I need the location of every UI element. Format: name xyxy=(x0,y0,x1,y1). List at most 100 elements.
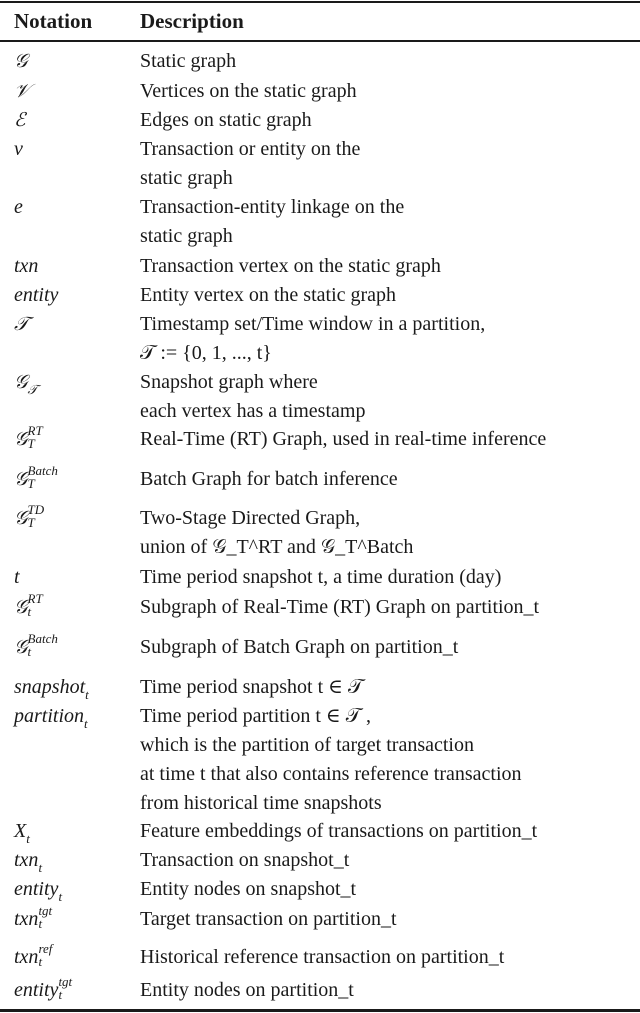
notation-description: Static graph xyxy=(140,47,640,76)
symbol-scripts: t xyxy=(38,861,42,874)
symbol-subscript: t xyxy=(38,954,43,970)
description-line: Target transaction on partition_t xyxy=(140,908,397,930)
symbol-subscript: t xyxy=(84,715,88,731)
description-line: Subgraph of Real-Time (RT) Graph on part… xyxy=(140,596,540,618)
description-line: union of 𝒢_T^RT and 𝒢_T^Batch xyxy=(140,536,414,558)
notation-description: Vertices on the static graph xyxy=(140,77,640,106)
symbol-subscript: t xyxy=(85,686,89,702)
description-line: static graph xyxy=(140,167,233,189)
symbol-base: t xyxy=(14,566,20,588)
description-line: Historical reference transaction on part… xyxy=(140,946,505,968)
symbol-base: 𝒢 xyxy=(14,468,28,490)
notation-description: Transaction-entity linkage on the static … xyxy=(140,193,640,251)
symbol-scripts: TD T xyxy=(28,503,45,529)
header-rule xyxy=(0,40,640,42)
symbol-base: snapshot xyxy=(14,676,86,698)
description-line: Entity nodes on snapshot_t xyxy=(140,878,357,900)
notation-symbol: txn tgt t xyxy=(14,904,52,934)
symbol-subscript: t xyxy=(38,859,43,875)
notation-symbol: 𝒢 𝒯 xyxy=(14,368,38,397)
description-line: Subgraph of Batch Graph on partition_t xyxy=(140,636,459,658)
symbol-base: e xyxy=(14,196,23,218)
notation-symbol: ℰ xyxy=(14,106,26,135)
description-line: which is the partition of target transac… xyxy=(140,734,474,756)
symbol-base: txn xyxy=(14,255,39,277)
description-line: Static graph xyxy=(140,50,237,72)
notation-description: Subgraph of Batch Graph on partition_t xyxy=(140,633,640,662)
description-line: Transaction or entity on the xyxy=(140,138,361,160)
symbol-scripts: Batch t xyxy=(28,632,58,658)
notation-description: Transaction or entity on the static graph xyxy=(140,135,640,193)
notation-symbol: 𝒢 RT t xyxy=(14,592,43,622)
notation-symbol: txn xyxy=(14,252,38,281)
symbol-base: 𝒢 xyxy=(14,371,28,393)
notation-description: Snapshot graph where each vertex has a ti… xyxy=(140,368,640,426)
symbol-subscript: T xyxy=(27,436,35,452)
description-line: Transaction-entity linkage on the xyxy=(140,196,405,218)
description-line: 𝒯 := {0, 1, ..., t} xyxy=(140,342,272,364)
symbol-subscript: t xyxy=(58,888,63,904)
symbol-base: 𝒢 xyxy=(14,636,28,658)
top-rule xyxy=(0,1,640,3)
notation-symbol: txn ref t xyxy=(14,942,52,972)
symbol-base: txn xyxy=(14,849,39,871)
notation-symbol: 𝒢 Batch T xyxy=(14,464,58,494)
description-line: Timestamp set/Time window in a partition… xyxy=(140,313,486,335)
description-line: Real-Time (RT) Graph, used in real-time … xyxy=(140,428,547,450)
symbol-scripts: t xyxy=(26,832,30,845)
description-line: Time period snapshot t, a time duration … xyxy=(140,566,502,588)
notation-description: Two-Stage Directed Graph, union of 𝒢_T^RT… xyxy=(140,504,640,562)
symbol-subscript: t xyxy=(27,604,32,620)
symbol-scripts: t xyxy=(84,717,88,730)
symbol-scripts: Batch T xyxy=(28,464,58,490)
notation-description: Edges on static graph xyxy=(140,106,640,135)
bottom-rule xyxy=(0,1009,640,1012)
symbol-superscript: Batch xyxy=(27,631,58,647)
notation-symbol: X t xyxy=(14,817,30,846)
notation-description: Batch Graph for batch inference xyxy=(140,465,640,494)
description-line: each vertex has a timestamp xyxy=(140,400,366,422)
symbol-base: 𝒯 xyxy=(14,313,29,335)
description-line: Entity vertex on the static graph xyxy=(140,284,397,306)
symbol-base: txn xyxy=(14,946,39,968)
notation-symbol: e xyxy=(14,193,23,222)
symbol-base: txn xyxy=(14,908,39,930)
notation-symbol: 𝒢 RT T xyxy=(14,424,43,454)
notation-description: Transaction on snapshot_t xyxy=(140,846,640,875)
description-line: Transaction vertex on the static graph xyxy=(140,255,441,277)
notation-description: Entity vertex on the static graph xyxy=(140,281,640,310)
notation-symbol: snapshot t xyxy=(14,673,89,702)
notation-symbol: 𝒢 Batch t xyxy=(14,632,58,662)
notation-description: Entity nodes on snapshot_t xyxy=(140,875,640,904)
notation-description: Time period partition t ∈ 𝒯 , which is th… xyxy=(140,702,640,818)
header-notation: Notation xyxy=(14,9,93,33)
notation-symbol: txn t xyxy=(14,846,42,875)
symbol-base: entity xyxy=(14,979,59,1001)
symbol-subscript: 𝒯 xyxy=(27,381,38,397)
notation-symbol: entity t xyxy=(14,875,62,904)
notation-description: Real-Time (RT) Graph, used in real-time … xyxy=(140,425,640,454)
symbol-subscript: t xyxy=(58,987,63,1003)
symbol-scripts: tgt t xyxy=(38,904,52,930)
description-line: Time period snapshot t ∈ 𝒯 xyxy=(140,676,364,698)
description-line: Entity nodes on partition_t xyxy=(140,979,354,1001)
symbol-subscript: t xyxy=(27,644,32,660)
notation-description: Historical reference transaction on part… xyxy=(140,943,640,972)
symbol-base: ℰ xyxy=(14,109,26,131)
symbol-base: entity xyxy=(14,878,59,900)
symbol-base: 𝒢 xyxy=(14,50,28,72)
description-line: static graph xyxy=(140,225,233,247)
symbol-scripts: tgt t xyxy=(58,975,72,1001)
symbol-scripts: ref t xyxy=(38,942,52,968)
symbol-base: 𝒢 xyxy=(14,596,28,618)
notation-symbol: 𝒯 xyxy=(14,310,29,339)
notation-description: Target transaction on partition_t xyxy=(140,905,640,934)
notation-symbol: entity tgt t xyxy=(14,975,72,1005)
notation-description: Timestamp set/Time window in a partition… xyxy=(140,310,640,368)
notation-symbol: t xyxy=(14,563,20,592)
notation-description: Subgraph of Real-Time (RT) Graph on part… xyxy=(140,593,640,622)
description-line: at time t that also contains reference t… xyxy=(140,763,522,785)
symbol-base: v xyxy=(14,138,23,160)
symbol-base: 𝒢 xyxy=(14,428,28,450)
description-line: Edges on static graph xyxy=(140,109,312,131)
